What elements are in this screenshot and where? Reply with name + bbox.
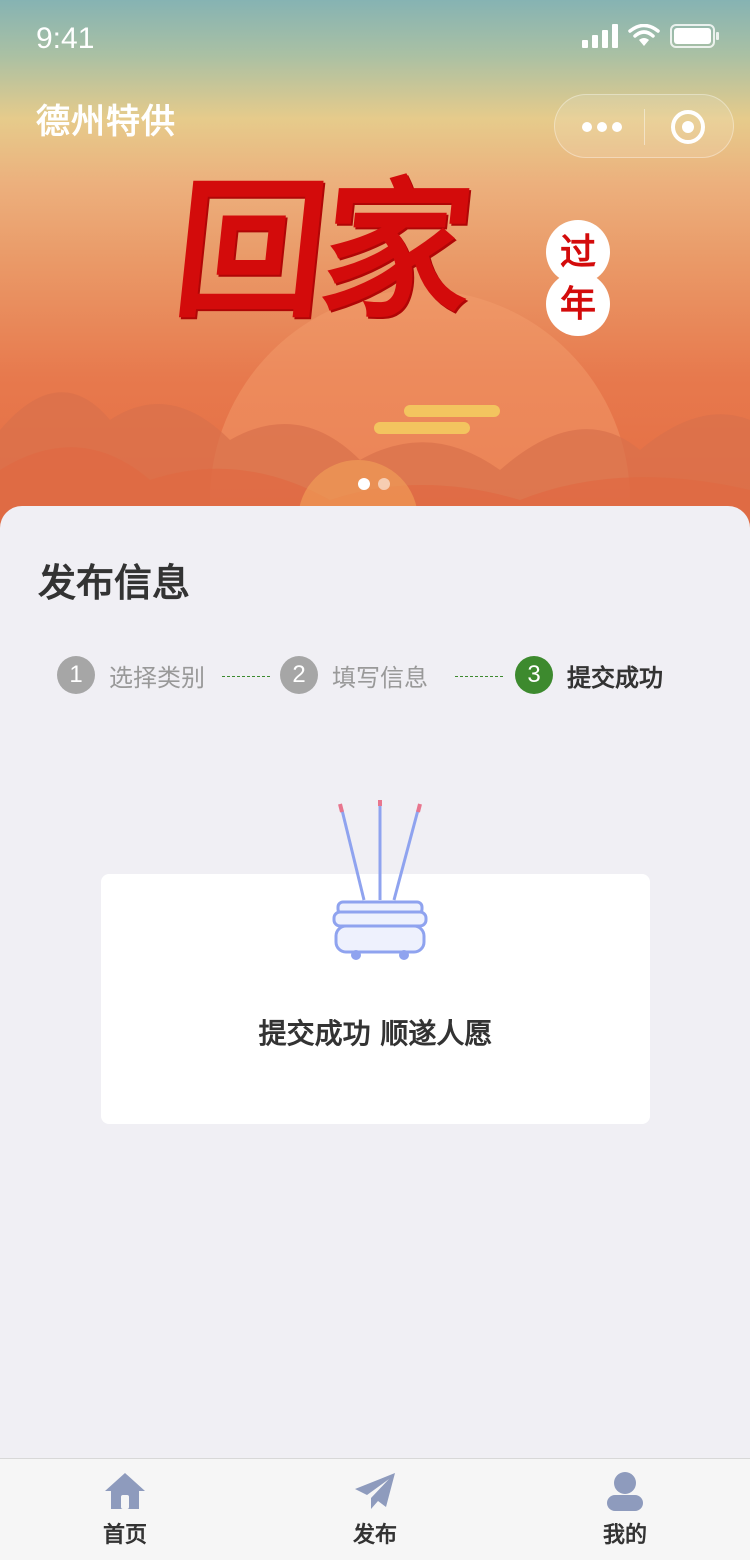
tab-label: 首页 bbox=[102, 1523, 147, 1548]
wifi-icon bbox=[628, 24, 660, 46]
step-label: 填写信息 bbox=[332, 663, 428, 692]
step-connector bbox=[222, 676, 270, 677]
result-message: 提交成功 顺遂人愿 bbox=[258, 1017, 493, 1050]
banner-art-title: 回家 bbox=[166, 163, 478, 339]
incense-burner-icon bbox=[332, 800, 428, 960]
carousel-dot[interactable] bbox=[378, 478, 390, 490]
more-icon[interactable] bbox=[577, 113, 627, 141]
tab-home[interactable]: 首页 bbox=[75, 1471, 175, 1549]
tab-bar: 首页 发布 我的 bbox=[0, 1458, 750, 1560]
carousel-dot-active[interactable] bbox=[358, 478, 370, 490]
tab-publish[interactable]: 发布 bbox=[325, 1471, 425, 1549]
user-icon bbox=[607, 1472, 643, 1511]
signal-icon bbox=[582, 24, 618, 48]
step-label: 提交成功 bbox=[567, 663, 663, 692]
home-icon bbox=[105, 1473, 145, 1509]
step-number: 2 bbox=[280, 656, 318, 694]
step-progress: 1 选择类别 2 填写信息 3 提交成功 bbox=[0, 656, 750, 700]
mini-program-capsule bbox=[554, 94, 734, 158]
status-time: 9:41 bbox=[36, 22, 95, 55]
status-icons bbox=[582, 24, 720, 48]
step-number: 3 bbox=[515, 656, 553, 694]
battery-icon bbox=[670, 24, 719, 48]
step-connector bbox=[455, 676, 503, 677]
step-fill-info: 2 填写信息 bbox=[280, 656, 428, 694]
carousel-indicator bbox=[358, 478, 390, 490]
page-title: 发布信息 bbox=[38, 561, 191, 605]
step-label: 选择类别 bbox=[109, 663, 205, 692]
banner-badge-nian: 年 bbox=[546, 272, 610, 336]
app-title: 德州特供 bbox=[36, 102, 176, 142]
step-submit-success: 3 提交成功 bbox=[515, 656, 663, 694]
capsule-divider bbox=[644, 109, 645, 145]
main-content: 发布信息 1 选择类别 2 填写信息 3 提交成功 提交成功 顺遂人愿 bbox=[0, 506, 750, 1458]
paper-plane-icon bbox=[355, 1473, 395, 1509]
tab-label: 发布 bbox=[352, 1523, 397, 1548]
close-target-icon[interactable] bbox=[669, 108, 707, 146]
step-select-category: 1 选择类别 bbox=[57, 656, 205, 694]
banner[interactable]: 9:41 德州特供 回家 过 年 bbox=[0, 0, 750, 540]
tab-mine[interactable]: 我的 bbox=[575, 1471, 675, 1549]
tab-label: 我的 bbox=[602, 1523, 647, 1548]
step-number: 1 bbox=[57, 656, 95, 694]
status-bar: 9:41 bbox=[0, 0, 750, 80]
